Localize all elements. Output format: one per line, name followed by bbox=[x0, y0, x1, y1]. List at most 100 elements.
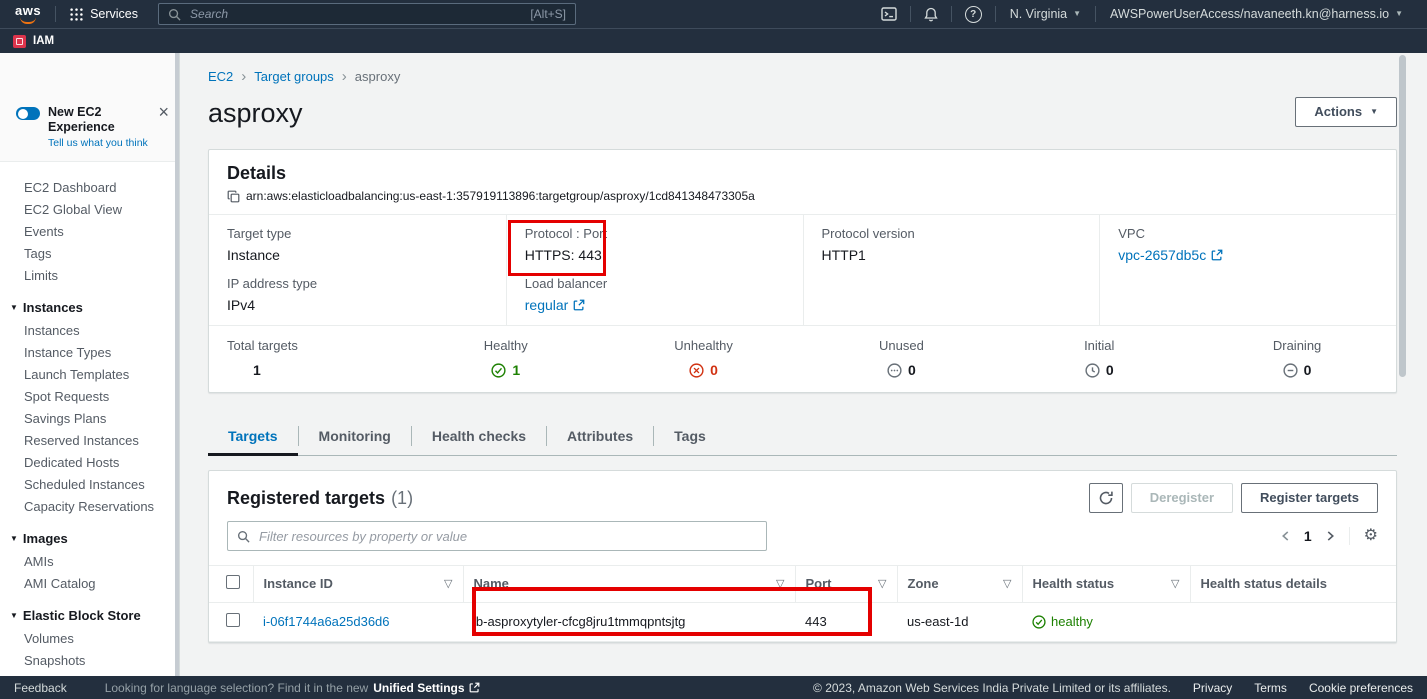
sidebar-item-reserved-instances[interactable]: Reserved Instances bbox=[0, 429, 179, 451]
breadcrumb: EC2 › Target groups › asproxy bbox=[208, 69, 1397, 85]
sidebar-item-launch-templates[interactable]: Launch Templates bbox=[0, 363, 179, 385]
breadcrumb-separator: › bbox=[342, 70, 347, 84]
chevron-down-icon: ▼ bbox=[1370, 108, 1378, 116]
stat-unhealthy: Unhealthy 0 bbox=[605, 338, 803, 378]
sidebar-item-savings-plans[interactable]: Savings Plans bbox=[0, 407, 179, 429]
actions-button[interactable]: Actions ▼ bbox=[1295, 97, 1397, 127]
breadcrumb-current: asproxy bbox=[355, 69, 401, 85]
sidebar-item-instances[interactable]: Instances bbox=[0, 319, 179, 341]
services-menu[interactable]: Services bbox=[56, 7, 152, 21]
cloudshell-icon[interactable] bbox=[868, 7, 910, 21]
global-search[interactable]: [Alt+S] bbox=[158, 3, 576, 25]
cell-name: lb-asproxytyler-cfcg8jru1tmmqpntsjtg bbox=[463, 603, 795, 642]
sidebar-section-instances[interactable]: ▼ Instances bbox=[0, 296, 179, 319]
unhealthy-icon bbox=[689, 363, 704, 378]
refresh-icon bbox=[1098, 490, 1114, 506]
tab-attributes[interactable]: Attributes bbox=[547, 417, 653, 455]
aws-logo[interactable]: aws bbox=[15, 5, 41, 24]
body-row: New EC2 Experience Tell us what you thin… bbox=[0, 53, 1427, 676]
page-title: asproxy bbox=[208, 97, 303, 129]
healthy-icon bbox=[1032, 615, 1046, 629]
details-grid: Target type Instance IP address type IPv… bbox=[209, 214, 1396, 325]
privacy-link[interactable]: Privacy bbox=[1193, 681, 1232, 695]
chevron-right-icon[interactable] bbox=[1326, 530, 1335, 542]
account-label: AWSPowerUserAccess/navaneeth.kn@harness.… bbox=[1110, 7, 1389, 21]
filter-input[interactable] bbox=[257, 528, 757, 545]
pagination: 1 ⚙ bbox=[1281, 527, 1378, 545]
page-scrollbar[interactable] bbox=[1399, 55, 1406, 377]
close-icon[interactable]: × bbox=[158, 105, 169, 120]
sidebar-item-ec2-global-view[interactable]: EC2 Global View bbox=[0, 198, 179, 220]
help-icon[interactable]: ? bbox=[952, 6, 995, 23]
vpc-link[interactable]: vpc-2657db5c bbox=[1118, 245, 1223, 265]
favorite-service-iam[interactable]: IAM bbox=[33, 35, 54, 47]
column-header-health-status-details: Health status details bbox=[1201, 576, 1327, 591]
search-shortcut: [Alt+S] bbox=[530, 7, 566, 21]
divider bbox=[1349, 527, 1350, 545]
sidebar-item-snapshots[interactable]: Snapshots bbox=[0, 649, 179, 671]
notifications-bell-icon[interactable] bbox=[911, 7, 951, 22]
sidebar-section-elastic-block-store[interactable]: ▼ Elastic Block Store bbox=[0, 604, 179, 627]
gear-icon[interactable]: ⚙ bbox=[1364, 528, 1378, 544]
row-checkbox[interactable] bbox=[226, 613, 240, 627]
sidebar-item-dedicated-hosts[interactable]: Dedicated Hosts bbox=[0, 451, 179, 473]
terms-link[interactable]: Terms bbox=[1254, 681, 1287, 695]
sidebar-item-amis[interactable]: AMIs bbox=[0, 550, 179, 572]
sidebar-item-tags[interactable]: Tags bbox=[0, 242, 179, 264]
select-all-checkbox[interactable] bbox=[226, 575, 240, 589]
new-experience-toggle[interactable] bbox=[16, 107, 40, 120]
sort-filter-icon[interactable]: ▽ bbox=[1003, 576, 1011, 592]
unified-settings-link[interactable]: Unified Settings bbox=[373, 681, 479, 695]
deregister-button[interactable]: Deregister bbox=[1131, 483, 1233, 513]
tab-monitoring[interactable]: Monitoring bbox=[299, 417, 411, 455]
sort-filter-icon[interactable]: ▽ bbox=[776, 576, 784, 592]
table-header-row: Instance ID▽ Name▽ Port▽ Zone▽ Health st… bbox=[209, 566, 1396, 603]
health-status-badge: healthy bbox=[1032, 614, 1180, 630]
page-number[interactable]: 1 bbox=[1304, 528, 1312, 544]
sort-filter-icon[interactable]: ▽ bbox=[878, 576, 886, 592]
instance-id-link[interactable]: i-06f1744a6a25d36d6 bbox=[263, 614, 390, 629]
sidebar-item-limits[interactable]: Limits bbox=[0, 264, 179, 286]
feedback-link[interactable]: Feedback bbox=[14, 681, 67, 695]
cell-zone: us-east-1d bbox=[897, 603, 1022, 642]
tell-us-link[interactable]: Tell us what you think bbox=[48, 137, 150, 149]
chevron-left-icon[interactable] bbox=[1281, 530, 1290, 542]
sidebar-item-instance-types[interactable]: Instance Types bbox=[0, 341, 179, 363]
region-selector[interactable]: N. Virginia ▼ bbox=[996, 7, 1095, 21]
register-targets-button[interactable]: Register targets bbox=[1241, 483, 1378, 513]
tab-health-checks[interactable]: Health checks bbox=[412, 417, 546, 455]
sidebar-item-ec2-dashboard[interactable]: EC2 Dashboard bbox=[0, 176, 179, 198]
sort-filter-icon[interactable]: ▽ bbox=[1171, 576, 1179, 592]
cookie-preferences-link[interactable]: Cookie preferences bbox=[1309, 681, 1413, 695]
copy-icon[interactable] bbox=[227, 190, 240, 203]
sidebar-section-images[interactable]: ▼ Images bbox=[0, 527, 179, 550]
field-ip-address-type: IP address type IPv4 bbox=[227, 275, 488, 315]
breadcrumb-target-groups[interactable]: Target groups bbox=[254, 69, 334, 85]
stat-initial: Initial 0 bbox=[1000, 338, 1198, 378]
apps-grid-icon bbox=[70, 8, 83, 21]
sidebar: New EC2 Experience Tell us what you thin… bbox=[0, 53, 180, 676]
tab-tags[interactable]: Tags bbox=[654, 417, 726, 455]
chevron-down-icon: ▼ bbox=[1073, 10, 1081, 18]
search-input[interactable] bbox=[188, 6, 523, 22]
column-header-instance-id: Instance ID bbox=[264, 576, 333, 592]
sidebar-item-volumes[interactable]: Volumes bbox=[0, 627, 179, 649]
cell-port: 443 bbox=[795, 603, 897, 642]
load-balancer-link[interactable]: regular bbox=[525, 295, 586, 315]
sidebar-scrollbar[interactable] bbox=[175, 53, 179, 676]
sidebar-item-spot-requests[interactable]: Spot Requests bbox=[0, 385, 179, 407]
sidebar-item-scheduled-instances[interactable]: Scheduled Instances bbox=[0, 473, 179, 495]
breadcrumb-ec2[interactable]: EC2 bbox=[208, 69, 233, 85]
field-protocol-version: Protocol version HTTP1 bbox=[822, 225, 1082, 265]
sidebar-item-events[interactable]: Events bbox=[0, 220, 179, 242]
stat-total-targets: Total targets 1 bbox=[209, 338, 407, 378]
account-menu[interactable]: AWSPowerUserAccess/navaneeth.kn@harness.… bbox=[1096, 7, 1417, 21]
sidebar-item-capacity-reservations[interactable]: Capacity Reservations bbox=[0, 495, 179, 517]
footer: Feedback Looking for language selection?… bbox=[0, 676, 1427, 699]
filter-box[interactable] bbox=[227, 521, 767, 551]
refresh-button[interactable] bbox=[1089, 483, 1123, 513]
sidebar-item-ami-catalog[interactable]: AMI Catalog bbox=[0, 572, 179, 594]
sort-filter-icon[interactable]: ▽ bbox=[444, 576, 452, 592]
field-vpc: VPC vpc-2657db5c bbox=[1118, 225, 1378, 265]
tab-targets[interactable]: Targets bbox=[208, 417, 298, 455]
